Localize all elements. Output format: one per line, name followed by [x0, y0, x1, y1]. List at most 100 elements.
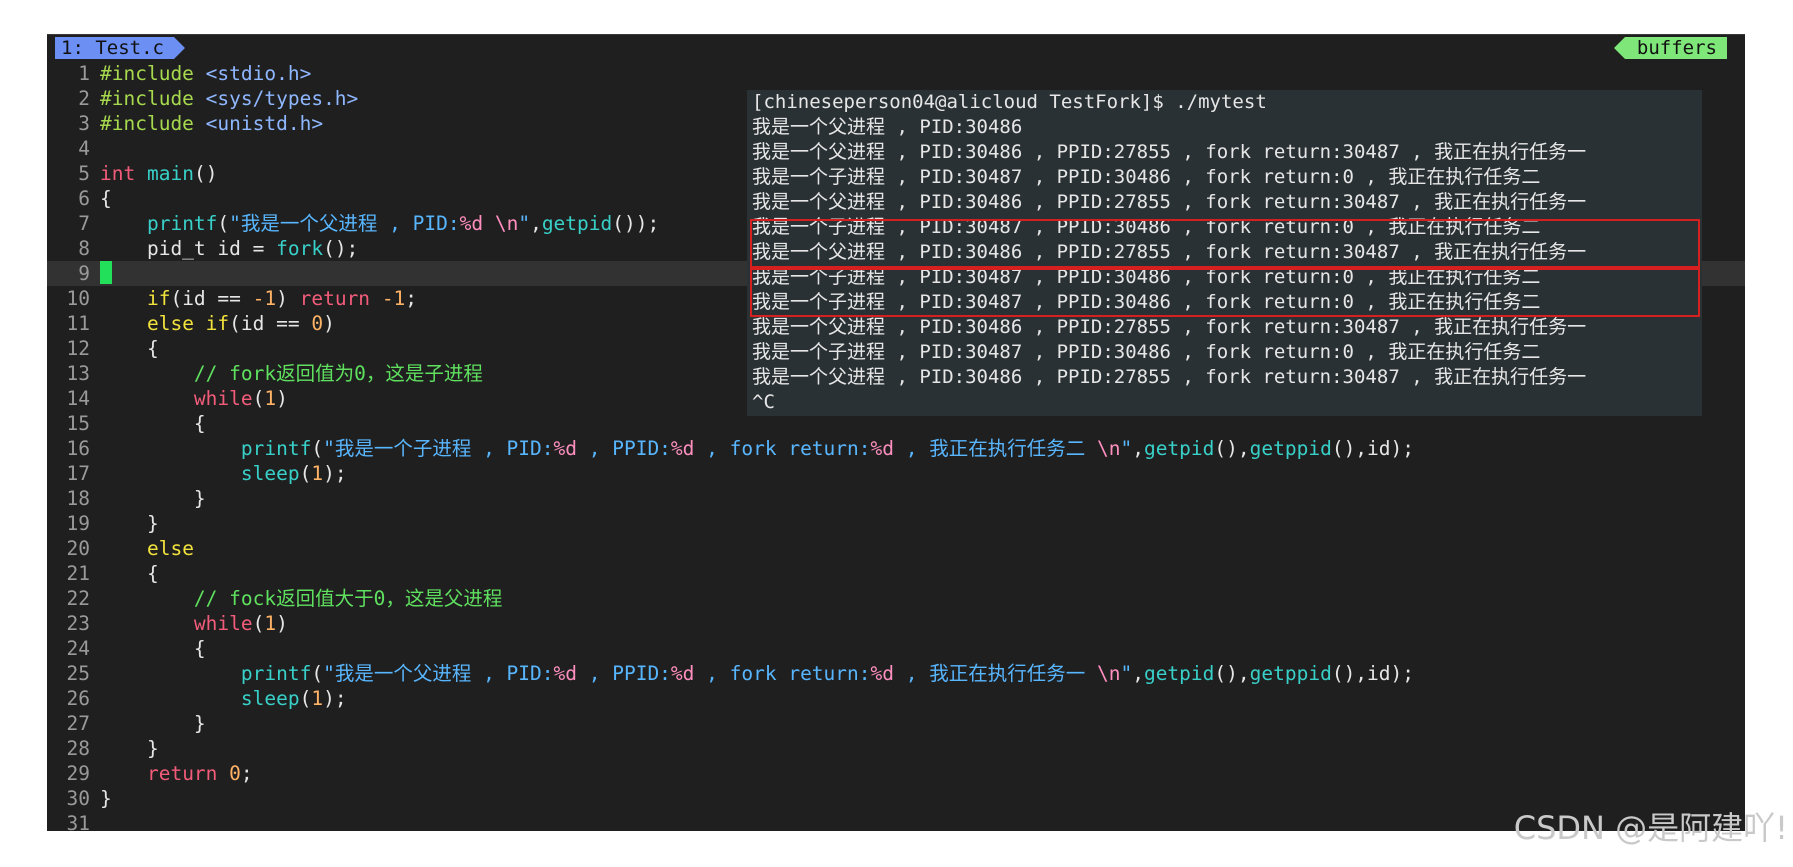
terminal-line: ^C — [752, 391, 775, 413]
code-token: ( — [217, 212, 230, 235]
line-number: 2 — [78, 87, 90, 110]
code-token: (); — [323, 237, 359, 260]
tab-test-c[interactable]: 1: Test.c — [55, 37, 185, 59]
code-token: "我是一个父进程 , PID: — [229, 212, 460, 235]
line-number: 13 — [66, 362, 90, 385]
code-token: getpid — [1143, 662, 1215, 685]
code-line[interactable]: 16 printf("我是一个子进程 , PID:%d , PPID:%d , … — [47, 436, 1745, 461]
vim-editor[interactable]: 1: Test.c buffers 1 #include <stdio.h> 2 #i… — [47, 34, 1745, 831]
code-token: 0 — [229, 762, 241, 785]
line-number: 24 — [66, 637, 90, 660]
code-token: , fork return: — [694, 437, 871, 460]
code-token: ) — [276, 387, 288, 410]
code-token: pid_t id = — [100, 237, 277, 260]
terminal-output-overlay: [chineseperson04@alicloud TestFork]$ ./m… — [747, 90, 1702, 416]
code-token: ( — [299, 462, 312, 485]
code-line[interactable]: 25 printf("我是一个父进程 , PID:%d , PPID:%d , … — [47, 661, 1745, 686]
code-token: , — [530, 212, 542, 235]
code-line[interactable]: 27 } — [47, 711, 1745, 736]
code-token: %d — [870, 662, 894, 685]
code-line[interactable]: 20 else — [47, 536, 1745, 561]
code-token: #include — [100, 112, 194, 135]
code-token: , PPID: — [577, 662, 671, 685]
code-token: 1 — [311, 462, 324, 485]
code-token: printf — [240, 662, 312, 685]
line-number: 31 — [66, 812, 90, 831]
code-token: { — [100, 187, 112, 210]
highlight-box-1 — [750, 219, 1700, 270]
code-token: getppid — [1249, 662, 1332, 685]
code-token: , 我正在执行任务二 — [894, 437, 1097, 460]
code-line[interactable]: 18 } — [47, 486, 1745, 511]
code-line[interactable]: 23 while(1) — [47, 611, 1745, 636]
line-number: 9 — [78, 262, 90, 285]
line-number: 27 — [66, 712, 90, 735]
code-line[interactable]: 1 #include <stdio.h> — [47, 61, 1745, 86]
code-token: } — [100, 787, 112, 810]
code-token: (),id); — [1331, 437, 1415, 460]
terminal-line: 我是一个子进程 , PID:30487 , PPID:30486 , fork … — [752, 341, 1541, 363]
text-cursor — [100, 261, 112, 284]
terminal-line: 我是一个父进程 , PID:30486 , PPID:27855 , fork … — [752, 316, 1587, 338]
code-token: else if — [146, 312, 230, 335]
code-token: sleep — [240, 687, 300, 710]
code-token: { — [100, 637, 206, 660]
code-token: } — [100, 487, 206, 510]
code-token: { — [100, 562, 159, 585]
code-token: " — [518, 212, 531, 235]
code-token: (id == — [170, 287, 253, 310]
code-line[interactable]: 31 — [47, 811, 1745, 831]
code-token: -1 — [381, 287, 406, 310]
code-token: ) — [276, 612, 288, 635]
code-line[interactable]: 30} — [47, 786, 1745, 811]
code-line[interactable]: 22 // fock返回值大于0，这是父进程 — [47, 586, 1745, 611]
code-line[interactable]: 21 { — [47, 561, 1745, 586]
code-token: (), — [1214, 662, 1250, 685]
tab-arrow-icon — [173, 37, 185, 59]
code-token: (id == — [229, 312, 312, 335]
code-line[interactable]: 17 sleep(1); — [47, 461, 1745, 486]
line-number: 23 — [66, 612, 90, 635]
code-token: ); — [323, 687, 347, 710]
code-line[interactable]: 29 return 0; — [47, 761, 1745, 786]
code-token: ( — [299, 687, 312, 710]
code-token: ) — [276, 287, 300, 310]
code-token: // fock返回值大于0，这是父进程 — [193, 587, 503, 610]
line-number: 4 — [78, 137, 90, 160]
code-token: " — [1120, 662, 1133, 685]
code-token: , 我正在执行任务一 — [894, 662, 1097, 685]
code-line[interactable]: 26 sleep(1); — [47, 686, 1745, 711]
line-number: 3 — [78, 112, 90, 135]
code-token: %d — [459, 212, 484, 235]
code-token: main — [146, 162, 194, 185]
code-token: %d — [670, 437, 695, 460]
line-number: 8 — [78, 237, 90, 260]
code-line[interactable]: 28 } — [47, 736, 1745, 761]
code-line[interactable]: 19 } — [47, 511, 1745, 536]
code-token: -1 — [252, 287, 277, 310]
line-number: 21 — [66, 562, 90, 585]
tab-label: 1: Test.c — [61, 37, 164, 59]
code-line[interactable]: 24 { — [47, 636, 1745, 661]
code-token: , — [1132, 662, 1144, 685]
code-token: ( — [311, 437, 324, 460]
line-number: 7 — [78, 212, 90, 235]
code-token: return — [146, 762, 218, 785]
code-token: %d — [553, 662, 577, 685]
code-token: <stdio.h> — [205, 62, 312, 85]
line-number: 18 — [66, 487, 90, 510]
line-number: 10 — [66, 287, 90, 310]
code-token: "我是一个父进程 , PID: — [323, 662, 554, 685]
terminal-line: 我是一个父进程 , PID:30486 — [752, 116, 1023, 138]
